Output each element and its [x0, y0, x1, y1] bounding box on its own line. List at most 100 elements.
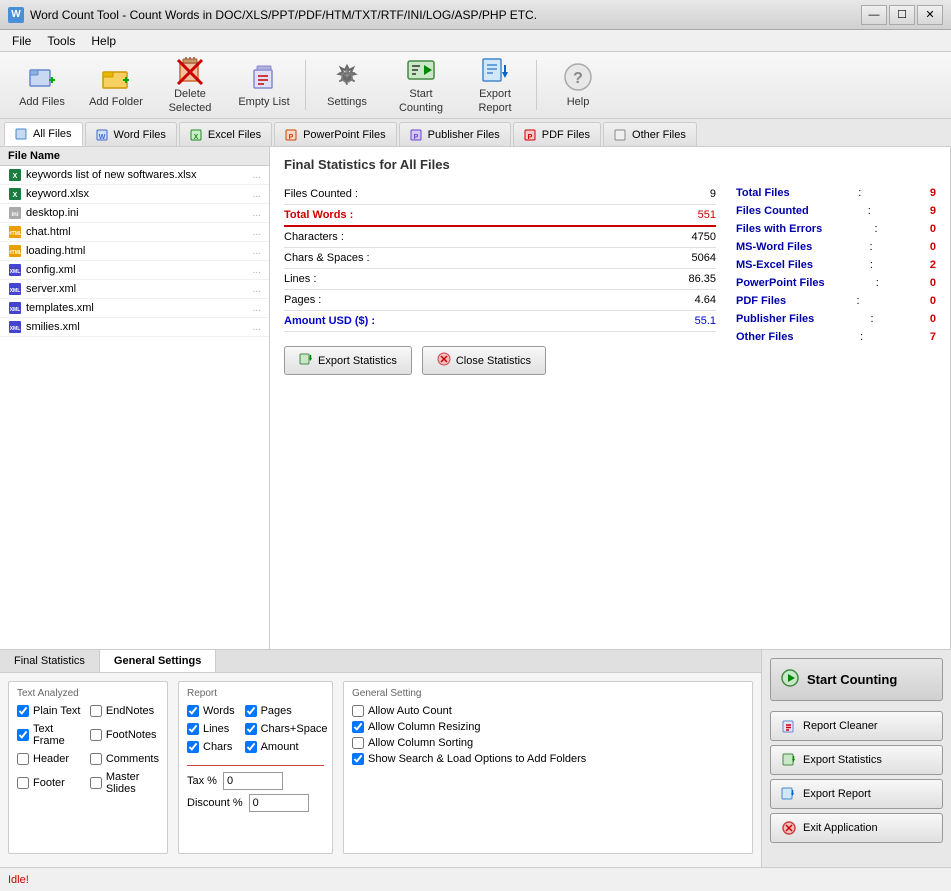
- word-tab-icon: W: [96, 128, 110, 142]
- file-name: keywords list of new softwares.xlsx: [26, 169, 249, 181]
- side-export-report-label: Export Report: [803, 788, 871, 800]
- tab-publisher-files-label: Publisher Files: [428, 129, 500, 141]
- footer-checkbox[interactable]: [17, 777, 29, 789]
- export-statistics-button[interactable]: Export Statistics: [284, 346, 412, 375]
- text-analyzed-title: Text Analyzed: [17, 688, 159, 699]
- plain-text-checkbox[interactable]: [17, 705, 29, 717]
- master-slides-checkbox[interactable]: [90, 777, 102, 789]
- tab-publisher-files[interactable]: P Publisher Files: [399, 122, 511, 146]
- list-item[interactable]: HTML loading.html ...: [0, 242, 269, 261]
- file-name: templates.xml: [26, 302, 249, 314]
- add-folder-label: Add Folder: [89, 96, 143, 109]
- file-name: config.xml: [26, 264, 249, 276]
- amount-checkbox[interactable]: [245, 741, 257, 753]
- words-label: Words: [203, 705, 235, 717]
- tab-all-files[interactable]: All Files: [4, 122, 83, 146]
- list-item[interactable]: XML config.xml ...: [0, 261, 269, 280]
- text-frame-checkbox[interactable]: [17, 729, 29, 741]
- export-statistics-icon: [299, 352, 313, 369]
- tab-word-files[interactable]: W Word Files: [85, 122, 177, 146]
- checkbox-header: Header: [17, 753, 84, 765]
- list-item[interactable]: XML templates.xml ...: [0, 299, 269, 318]
- pages-label: Pages: [261, 705, 292, 717]
- settings-button[interactable]: Settings: [311, 56, 383, 114]
- tab-ppt-files-label: PowerPoint Files: [303, 129, 386, 141]
- help-label: Help: [567, 96, 590, 109]
- report-cleaner-icon: [781, 718, 797, 734]
- list-item[interactable]: ini desktop.ini ...: [0, 204, 269, 223]
- help-icon: ?: [562, 61, 594, 93]
- start-counting-label: Start Counting: [390, 88, 452, 114]
- empty-list-label: Empty List: [238, 96, 289, 109]
- toolbar-separator-1: [305, 60, 306, 110]
- maximize-button[interactable]: ☐: [889, 5, 915, 25]
- discount-input[interactable]: [249, 794, 309, 812]
- tab-other-files[interactable]: Other Files: [603, 122, 697, 146]
- side-export-report-button[interactable]: Export Report: [770, 779, 943, 809]
- checkbox-footer: Footer: [17, 771, 84, 795]
- add-files-button[interactable]: Add Files: [6, 56, 78, 114]
- html-file-icon: HTML: [8, 244, 22, 258]
- pages-checkbox[interactable]: [245, 705, 257, 717]
- help-button[interactable]: ? Help: [542, 56, 614, 114]
- chars-space-label: Chars+Space: [261, 723, 328, 735]
- allow-auto-count-checkbox[interactable]: [352, 705, 364, 717]
- show-search-load-checkbox[interactable]: [352, 753, 364, 765]
- stats-msexcel-files: MS-Excel Files : 2: [736, 256, 936, 274]
- close-statistics-label: Close Statistics: [456, 355, 531, 367]
- excel-file-icon: X: [8, 187, 22, 201]
- close-button[interactable]: ✕: [917, 5, 943, 25]
- side-report-cleaner-button[interactable]: Report Cleaner: [770, 711, 943, 741]
- list-item[interactable]: XML server.xml ...: [0, 280, 269, 299]
- side-start-counting-button[interactable]: Start Counting: [770, 658, 943, 701]
- lines-checkbox[interactable]: [187, 723, 199, 735]
- add-folder-icon: [100, 61, 132, 93]
- words-checkbox[interactable]: [187, 705, 199, 717]
- allow-column-resizing-checkbox[interactable]: [352, 721, 364, 733]
- master-slides-label: Master Slides: [106, 771, 159, 795]
- stats-row-chars-spaces: Chars & Spaces : 5064: [284, 248, 716, 269]
- header-checkbox[interactable]: [17, 753, 29, 765]
- list-item[interactable]: HTML chat.html ...: [0, 223, 269, 242]
- tab-general-settings[interactable]: General Settings: [100, 650, 216, 672]
- checkbox-footnotes: FootNotes: [90, 723, 159, 747]
- statistics-title: Final Statistics for All Files: [284, 157, 936, 172]
- stats-row-pages: Pages : 4.64: [284, 290, 716, 311]
- lines-label: Lines: [203, 723, 229, 735]
- side-export-statistics-button[interactable]: Export Statistics: [770, 745, 943, 775]
- list-item[interactable]: X keywords list of new softwares.xlsx ..…: [0, 166, 269, 185]
- allow-column-sorting-checkbox[interactable]: [352, 737, 364, 749]
- menu-help[interactable]: Help: [83, 32, 124, 50]
- xml-file-icon: XML: [8, 263, 22, 277]
- comments-checkbox[interactable]: [90, 753, 102, 765]
- checkbox-plain-text: Plain Text: [17, 705, 84, 717]
- side-exit-button[interactable]: Exit Application: [770, 813, 943, 843]
- menu-file[interactable]: File: [4, 32, 39, 50]
- list-item[interactable]: XML smilies.xml ...: [0, 318, 269, 337]
- endnotes-checkbox[interactable]: [90, 705, 102, 717]
- plain-text-label: Plain Text: [33, 705, 81, 717]
- chars-checkbox[interactable]: [187, 741, 199, 753]
- list-item[interactable]: X keyword.xlsx ...: [0, 185, 269, 204]
- tab-powerpoint-files[interactable]: P PowerPoint Files: [274, 122, 397, 146]
- tab-excel-files[interactable]: X Excel Files: [179, 122, 272, 146]
- stats-row-characters: Characters : 4750: [284, 227, 716, 248]
- start-counting-button[interactable]: Start Counting: [385, 56, 457, 114]
- chars-space-checkbox[interactable]: [245, 723, 257, 735]
- close-statistics-icon: [437, 352, 451, 369]
- tab-pdf-files[interactable]: P PDF Files: [513, 122, 601, 146]
- stats-row-lines: Lines : 86.35: [284, 269, 716, 290]
- footnotes-checkbox[interactable]: [90, 729, 102, 741]
- menu-tools[interactable]: Tools: [39, 32, 83, 50]
- export-report-button[interactable]: Export Report: [459, 56, 531, 114]
- chars-label: Chars: [203, 741, 232, 753]
- empty-list-button[interactable]: Empty List: [228, 56, 300, 114]
- minimize-button[interactable]: —: [861, 5, 887, 25]
- delete-selected-button[interactable]: Delete Selected: [154, 56, 226, 114]
- tax-input[interactable]: [223, 772, 283, 790]
- settings-content: Text Analyzed Plain Text EndNotes Text F…: [0, 673, 761, 862]
- side-exit-label: Exit Application: [803, 822, 878, 834]
- add-folder-button[interactable]: Add Folder: [80, 56, 152, 114]
- tab-final-statistics[interactable]: Final Statistics: [0, 650, 100, 672]
- close-statistics-button[interactable]: Close Statistics: [422, 346, 546, 375]
